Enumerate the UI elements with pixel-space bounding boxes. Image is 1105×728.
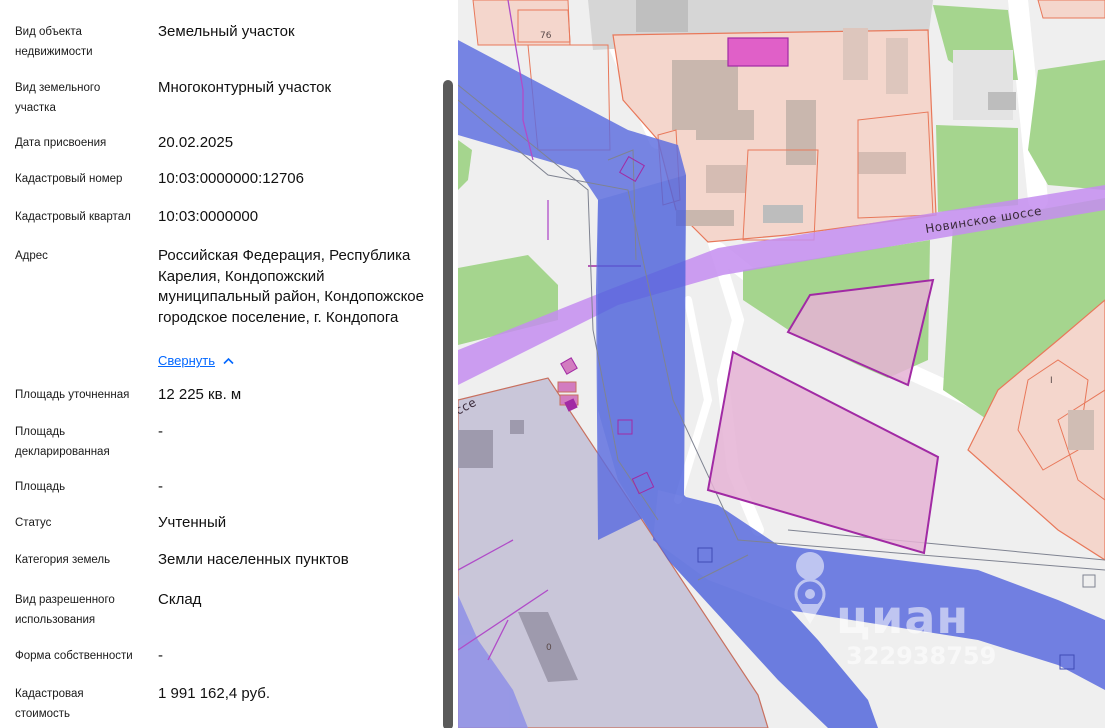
- detail-value: Земли населенных пунктов: [158, 551, 349, 568]
- parcel-number-bottom: 0: [546, 643, 552, 653]
- map-canvas[interactable]: 76 I 0 Новинское шоссе ссе: [458, 0, 1105, 728]
- detail-value: 12 225 кв. м: [158, 386, 242, 403]
- parcel-number-right: I: [1050, 376, 1053, 386]
- watermark-id: 322938759: [846, 642, 997, 670]
- address-value: Российская Федерация, Республика Карелия…: [158, 247, 424, 326]
- detail-value: -: [158, 423, 163, 440]
- detail-label: Вид земельного участка: [15, 82, 101, 114]
- detail-label: Статус: [15, 517, 52, 529]
- detail-value: Склад: [158, 591, 202, 608]
- cadastral-map[interactable]: 76 I 0 Новинское шоссе ссе циан 32293875…: [458, 0, 1105, 728]
- chevron-up-icon: [223, 356, 234, 368]
- detail-value: -: [158, 478, 163, 495]
- property-details-panel: Вид объекта недвижимости Земельный участ…: [0, 0, 458, 728]
- detail-value: 10:03:0000000:12706: [158, 170, 304, 187]
- detail-value: 10:03:0000000: [158, 208, 259, 225]
- detail-value: 1 991 162,4 руб.: [158, 685, 271, 702]
- detail-label: Площадь: [15, 481, 66, 493]
- watermark-brand: циан: [836, 590, 970, 644]
- detail-label: Дата присвоения: [15, 137, 107, 149]
- scrollbar-thumb[interactable]: [443, 80, 453, 728]
- collapse-label: Свернуть: [158, 353, 216, 368]
- detail-label: Вид объекта недвижимости: [15, 26, 93, 58]
- detail-label: Форма собственности: [15, 650, 133, 662]
- detail-label: Категория земель: [15, 554, 111, 566]
- detail-label: Адрес: [15, 250, 48, 262]
- detail-value: Учтенный: [158, 514, 227, 531]
- detail-value: 20.02.2025: [158, 134, 234, 151]
- detail-label: Кадастровый номер: [15, 173, 123, 185]
- detail-label: Вид разрешенного использования: [15, 594, 115, 626]
- detail-label: Площадь декларированная: [15, 426, 110, 458]
- detail-value: Многоконтурный участок: [158, 79, 332, 96]
- detail-value: -: [158, 647, 163, 664]
- detail-value: Земельный участок: [158, 23, 295, 40]
- detail-label: Кадастровый квартал: [15, 211, 131, 223]
- detail-label: Кадастровая стоимость: [15, 688, 84, 720]
- parcel-number-top: 76: [540, 31, 552, 41]
- collapse-address-link[interactable]: Свернуть: [158, 353, 234, 368]
- detail-label: Площадь уточненная: [15, 389, 130, 401]
